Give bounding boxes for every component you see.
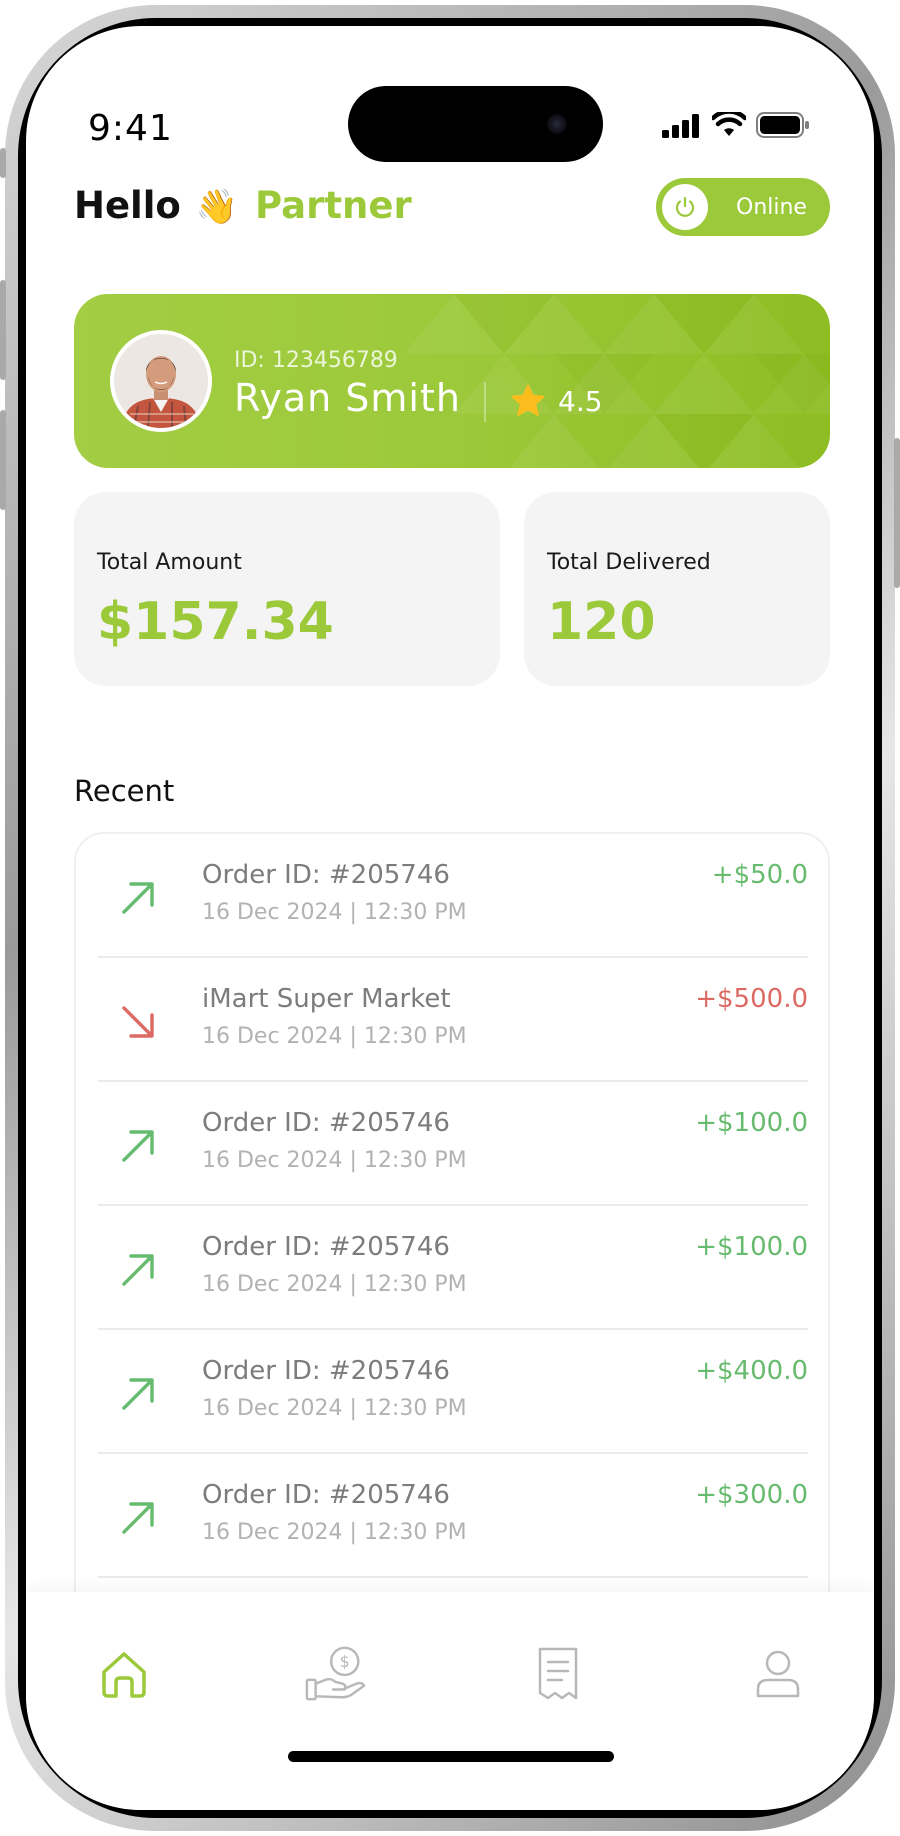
- star-icon: [511, 384, 545, 417]
- transaction-date: 16 Dec 2024 | 12:30 PM: [202, 1148, 467, 1173]
- transaction-row[interactable]: iMart Super Market 16 Dec 2024 | 12:30 PM…: [98, 958, 808, 1082]
- arrow-up-right-icon: [122, 882, 154, 914]
- arrow-up-right-icon: [122, 1378, 154, 1410]
- arrow-up-right-icon: [122, 1130, 154, 1162]
- arrow-down-right-icon: [122, 1006, 154, 1038]
- rating-value: 4.5: [558, 384, 603, 418]
- transaction-amount: +$100.0: [695, 1108, 808, 1138]
- battery-icon: [756, 112, 809, 138]
- volume-up-button: [0, 280, 6, 380]
- profile-name: Ryan Smith: [234, 376, 461, 420]
- total-amount-card: Total Amount $157.34: [74, 492, 500, 686]
- nav-orders[interactable]: [526, 1642, 590, 1706]
- online-label: Online: [736, 194, 807, 220]
- volume-down-button: [0, 410, 6, 510]
- transaction-amount: +$500.0: [695, 984, 808, 1014]
- toggle-knob: [662, 184, 708, 230]
- transaction-row[interactable]: Order ID: #205746 16 Dec 2024 | 12:30 PM +…: [98, 1454, 808, 1578]
- greeting-partner: Partner: [254, 184, 412, 227]
- arrow-up-right-icon: [122, 1254, 154, 1286]
- recent-title: Recent: [74, 774, 175, 808]
- nav-profile[interactable]: [746, 1642, 810, 1706]
- app-screen: 9:41 Hello 👋 Partner Online ID: 12345678…: [26, 26, 874, 1810]
- arrow-up-right-icon: [122, 1502, 154, 1534]
- bottom-nav: $: [26, 1592, 874, 1810]
- transaction-title: Order ID: #205746: [202, 1480, 450, 1510]
- transaction-date: 16 Dec 2024 | 12:30 PM: [202, 1396, 467, 1421]
- home-icon: [102, 1652, 146, 1698]
- avatar-photo: [114, 334, 208, 428]
- transaction-title: iMart Super Market: [202, 984, 451, 1014]
- signal-icon: [662, 114, 699, 138]
- stat-label: Total Delivered: [547, 550, 711, 575]
- action-button: [0, 148, 6, 178]
- avatar: [110, 330, 212, 432]
- profile-id: ID: 123456789: [234, 348, 398, 373]
- online-status-toggle[interactable]: Online: [656, 178, 830, 236]
- transaction-title: Order ID: #205746: [202, 1232, 450, 1262]
- profile-icon: [756, 1650, 800, 1698]
- waving-hand-icon: 👋: [195, 187, 239, 227]
- wifi-icon: [712, 112, 746, 136]
- transaction-title: Order ID: #205746: [202, 1108, 450, 1138]
- transaction-amount: +$400.0: [695, 1356, 808, 1386]
- front-camera: [547, 114, 567, 134]
- transaction-date: 16 Dec 2024 | 12:30 PM: [202, 1272, 467, 1297]
- transaction-title: Order ID: #205746: [202, 1356, 450, 1386]
- rating: 4.5: [510, 384, 603, 418]
- transaction-row[interactable]: Order ID: #205746 16 Dec 2024 | 12:30 PM +…: [98, 1206, 808, 1330]
- nav-earnings[interactable]: $: [304, 1642, 368, 1706]
- transaction-date: 16 Dec 2024 | 12:30 PM: [202, 900, 467, 925]
- svg-text:$: $: [340, 1653, 350, 1671]
- transaction-title: Order ID: #205746: [202, 860, 450, 890]
- greeting-heading: Hello 👋 Partner: [74, 184, 412, 227]
- transaction-amount: +$50.0: [711, 860, 808, 890]
- power-icon: [675, 196, 695, 217]
- transaction-row[interactable]: Order ID: #205746 16 Dec 2024 | 12:30 PM +…: [98, 1330, 808, 1454]
- stat-value: 120: [547, 592, 656, 652]
- dynamic-island: [348, 86, 603, 162]
- nav-home[interactable]: [92, 1642, 156, 1706]
- transaction-date: 16 Dec 2024 | 12:30 PM: [202, 1520, 467, 1545]
- greeting-hello: Hello: [74, 184, 181, 227]
- earnings-icon: $: [305, 1646, 366, 1701]
- transaction-amount: +$300.0: [695, 1480, 808, 1510]
- stat-value: $157.34: [97, 592, 334, 652]
- transaction-row[interactable]: Order ID: #205746 16 Dec 2024 | 12:30 PM +…: [98, 1082, 808, 1206]
- stat-label: Total Amount: [97, 550, 242, 575]
- transaction-date: 16 Dec 2024 | 12:30 PM: [202, 1024, 467, 1049]
- status-icons: [662, 112, 810, 138]
- profile-card[interactable]: ID: 123456789 Ryan Smith 4.5: [74, 294, 830, 468]
- transaction-amount: +$100.0: [695, 1232, 808, 1262]
- status-time: 9:41: [88, 108, 173, 149]
- receipt-icon: [538, 1647, 578, 1700]
- profile-divider: [484, 382, 486, 422]
- transaction-row[interactable]: Order ID: #205746 16 Dec 2024 | 12:30 PM +…: [98, 834, 808, 958]
- home-indicator: [288, 1751, 614, 1762]
- power-button: [894, 438, 900, 588]
- total-delivered-card: Total Delivered 120: [524, 492, 830, 686]
